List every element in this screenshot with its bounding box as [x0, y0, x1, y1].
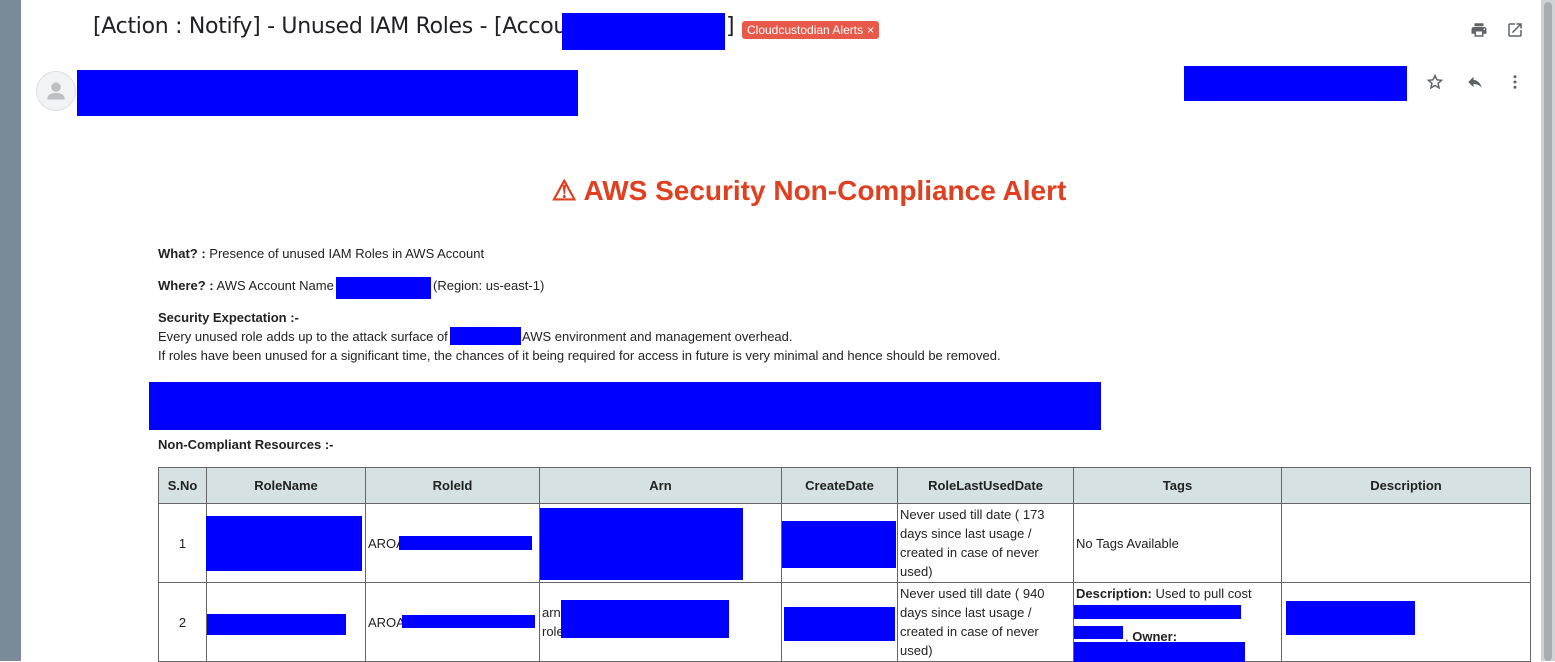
what-label: What? :: [158, 246, 206, 261]
roleid-prefix: AROA: [368, 614, 405, 630]
header-description: Description: [1281, 467, 1531, 504]
alert-title-text: AWS Security Non-Compliance Alert: [583, 175, 1067, 206]
cell-roleid: AROA: [365, 582, 540, 662]
redacted-tag-desc-2: [1074, 626, 1123, 639]
alert-title: ⚠ AWS Security Non-Compliance Alert: [0, 174, 1555, 207]
security-label-text: Security Expectation :-: [158, 310, 299, 325]
redacted-account-name: [336, 277, 431, 299]
header-arn: Arn: [539, 467, 782, 504]
header-sno: S.No: [158, 467, 207, 504]
scrollbar[interactable]: [1541, 0, 1555, 661]
sender-avatar: [36, 71, 76, 111]
redacted-account: [562, 13, 725, 50]
cell-arn: [539, 503, 782, 583]
redacted-banner: [149, 382, 1101, 430]
redacted-createdate: [784, 607, 895, 641]
left-gutter: [0, 0, 21, 661]
table-row: 1 AROA Never used till date ( 173 days s…: [158, 503, 1531, 583]
header-rolelastuseddate: RoleLastUsedDate: [897, 467, 1074, 504]
label-remove-icon[interactable]: ×: [867, 23, 874, 37]
security-label: Security Expectation :-: [158, 310, 299, 325]
cell-description: [1281, 582, 1531, 662]
where-line: Where? : AWS Account Name: [158, 278, 334, 293]
email-subject-close: ]: [726, 14, 735, 39]
redacted-arn: [561, 600, 729, 638]
reply-icon[interactable]: [1463, 70, 1487, 94]
cell-sno: 2: [158, 582, 207, 662]
header-tags: Tags: [1073, 467, 1282, 504]
warning-icon: ⚠: [551, 175, 577, 206]
redacted-org: [450, 327, 521, 345]
label-chip-text: Cloudcustodian Alerts: [747, 23, 864, 37]
table-header-row: S.No RoleName RoleId Arn CreateDate Role…: [158, 467, 1531, 504]
where-text-1: AWS Account Name: [216, 278, 334, 293]
redacted-rolename: [207, 614, 346, 635]
resources-table: S.No RoleName RoleId Arn CreateDate Role…: [158, 467, 1531, 662]
print-icon[interactable]: [1467, 18, 1491, 42]
star-icon[interactable]: [1423, 70, 1447, 94]
cell-tags: Description: Used to pull cost , Owner:: [1073, 582, 1282, 662]
where-text-2: (Region: us-east-1): [433, 278, 545, 293]
header-createdate: CreateDate: [781, 467, 898, 504]
header-roleid: RoleId: [365, 467, 540, 504]
tags-desc-text: Used to pull cost: [1155, 586, 1252, 601]
header-rolename: RoleName: [206, 467, 366, 504]
redacted-rolename: [206, 516, 362, 571]
redacted-sender: [77, 70, 578, 116]
redacted-roleid: [399, 536, 532, 550]
cell-rolename: [206, 503, 366, 583]
security-line1-a: Every unused role adds up to the attack …: [158, 329, 448, 344]
cell-lastused: Never used till date ( 173 days since la…: [897, 503, 1074, 583]
tags-desc-label: Description:: [1076, 586, 1152, 601]
redacted-date: [1184, 66, 1407, 101]
more-vertical-icon[interactable]: [1503, 70, 1527, 94]
security-line1-b: AWS environment and management overhead.: [522, 329, 793, 344]
cell-arn: arn role: [539, 582, 782, 662]
redacted-description: [1286, 601, 1415, 635]
redacted-roleid: [402, 615, 535, 628]
cell-rolename: [206, 582, 366, 662]
arn-prefix-1: arn: [542, 605, 561, 620]
cell-description: [1281, 503, 1531, 583]
cell-createdate: [781, 503, 898, 583]
what-text: Presence of unused IAM Roles in AWS Acco…: [209, 246, 485, 261]
cell-roleid: AROA: [365, 503, 540, 583]
what-line: What? : Presence of unused IAM Roles in …: [158, 246, 484, 261]
avatar-icon: [47, 82, 65, 100]
noncompliant-label-text: Non-Compliant Resources :-: [158, 437, 334, 452]
where-label: Where? :: [158, 278, 214, 293]
cell-sno: 1: [158, 503, 207, 583]
noncompliant-label: Non-Compliant Resources :-: [158, 437, 334, 452]
cell-createdate: [781, 582, 898, 662]
redacted-owner: [1074, 642, 1245, 662]
cell-lastused: Never used till date ( 940 days since la…: [897, 582, 1074, 662]
scrollbar-thumb[interactable]: [1544, 2, 1552, 661]
redacted-createdate: [782, 521, 896, 568]
redacted-tag-desc: [1074, 605, 1241, 619]
email-subject: [Action : Notify] - Unused IAM Roles - […: [93, 14, 597, 39]
label-chip[interactable]: Cloudcustodian Alerts ×: [742, 21, 880, 39]
security-line2: If roles have been unused for a signific…: [158, 348, 1001, 363]
table-row: 2 AROA arn role Never used till date ( 94…: [158, 582, 1531, 662]
cell-tags: No Tags Available: [1073, 503, 1282, 583]
open-in-new-window-icon[interactable]: [1503, 18, 1527, 42]
redacted-arn: [540, 508, 743, 580]
